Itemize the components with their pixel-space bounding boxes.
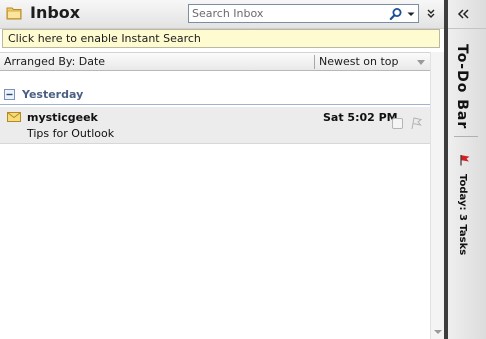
message-sender: mysticgeek bbox=[27, 111, 98, 124]
folder-title: Inbox bbox=[30, 3, 81, 22]
enable-instant-search-bar[interactable]: Click here to enable Instant Search bbox=[2, 29, 440, 48]
todo-bar-divider bbox=[454, 136, 478, 137]
message-received-time: Sat 5:02 PM bbox=[323, 111, 398, 124]
arranged-by-date[interactable]: Arranged By: Date bbox=[4, 55, 105, 68]
group-label: Yesterday bbox=[22, 88, 84, 101]
message-subject: Tips for Outlook bbox=[27, 127, 115, 140]
todo-tasks-count[interactable]: Today: 3 Tasks bbox=[457, 174, 468, 255]
group-header-yesterday[interactable]: Yesterday bbox=[0, 86, 430, 105]
message-list-scrollbar[interactable] bbox=[430, 52, 444, 339]
search-icon[interactable] bbox=[389, 7, 403, 21]
envelope-icon bbox=[7, 112, 21, 122]
sort-order-toggle[interactable]: Newest on top bbox=[319, 55, 399, 68]
arrange-by-header: Arranged By: Date Newest on top bbox=[0, 52, 430, 71]
flag-icon[interactable] bbox=[409, 117, 423, 130]
folder-icon bbox=[6, 7, 22, 20]
inbox-header: Inbox bbox=[0, 0, 445, 29]
todo-bar: To-Do Bar Today: 3 Tasks bbox=[448, 0, 486, 339]
message-row[interactable]: mysticgeek Sat 5:02 PM Tips for Outlook bbox=[0, 107, 430, 144]
todo-bar-separator bbox=[448, 28, 486, 29]
search-box bbox=[188, 4, 419, 23]
scroll-down-icon[interactable] bbox=[432, 327, 444, 337]
collapse-icon[interactable] bbox=[4, 89, 15, 100]
outlook-window: Inbox Click here to enable Instant Searc… bbox=[0, 0, 486, 339]
todo-bar-title[interactable]: To-Do Bar bbox=[454, 44, 470, 129]
chevron-left-icon[interactable] bbox=[457, 8, 471, 20]
sort-arrow-icon[interactable] bbox=[416, 59, 426, 66]
task-flag-icon bbox=[460, 155, 470, 166]
search-input[interactable] bbox=[191, 6, 382, 21]
chevron-down-icon[interactable] bbox=[425, 8, 437, 20]
column-divider bbox=[314, 55, 315, 69]
category-box[interactable] bbox=[392, 118, 403, 129]
search-options-dropdown[interactable] bbox=[405, 7, 417, 21]
